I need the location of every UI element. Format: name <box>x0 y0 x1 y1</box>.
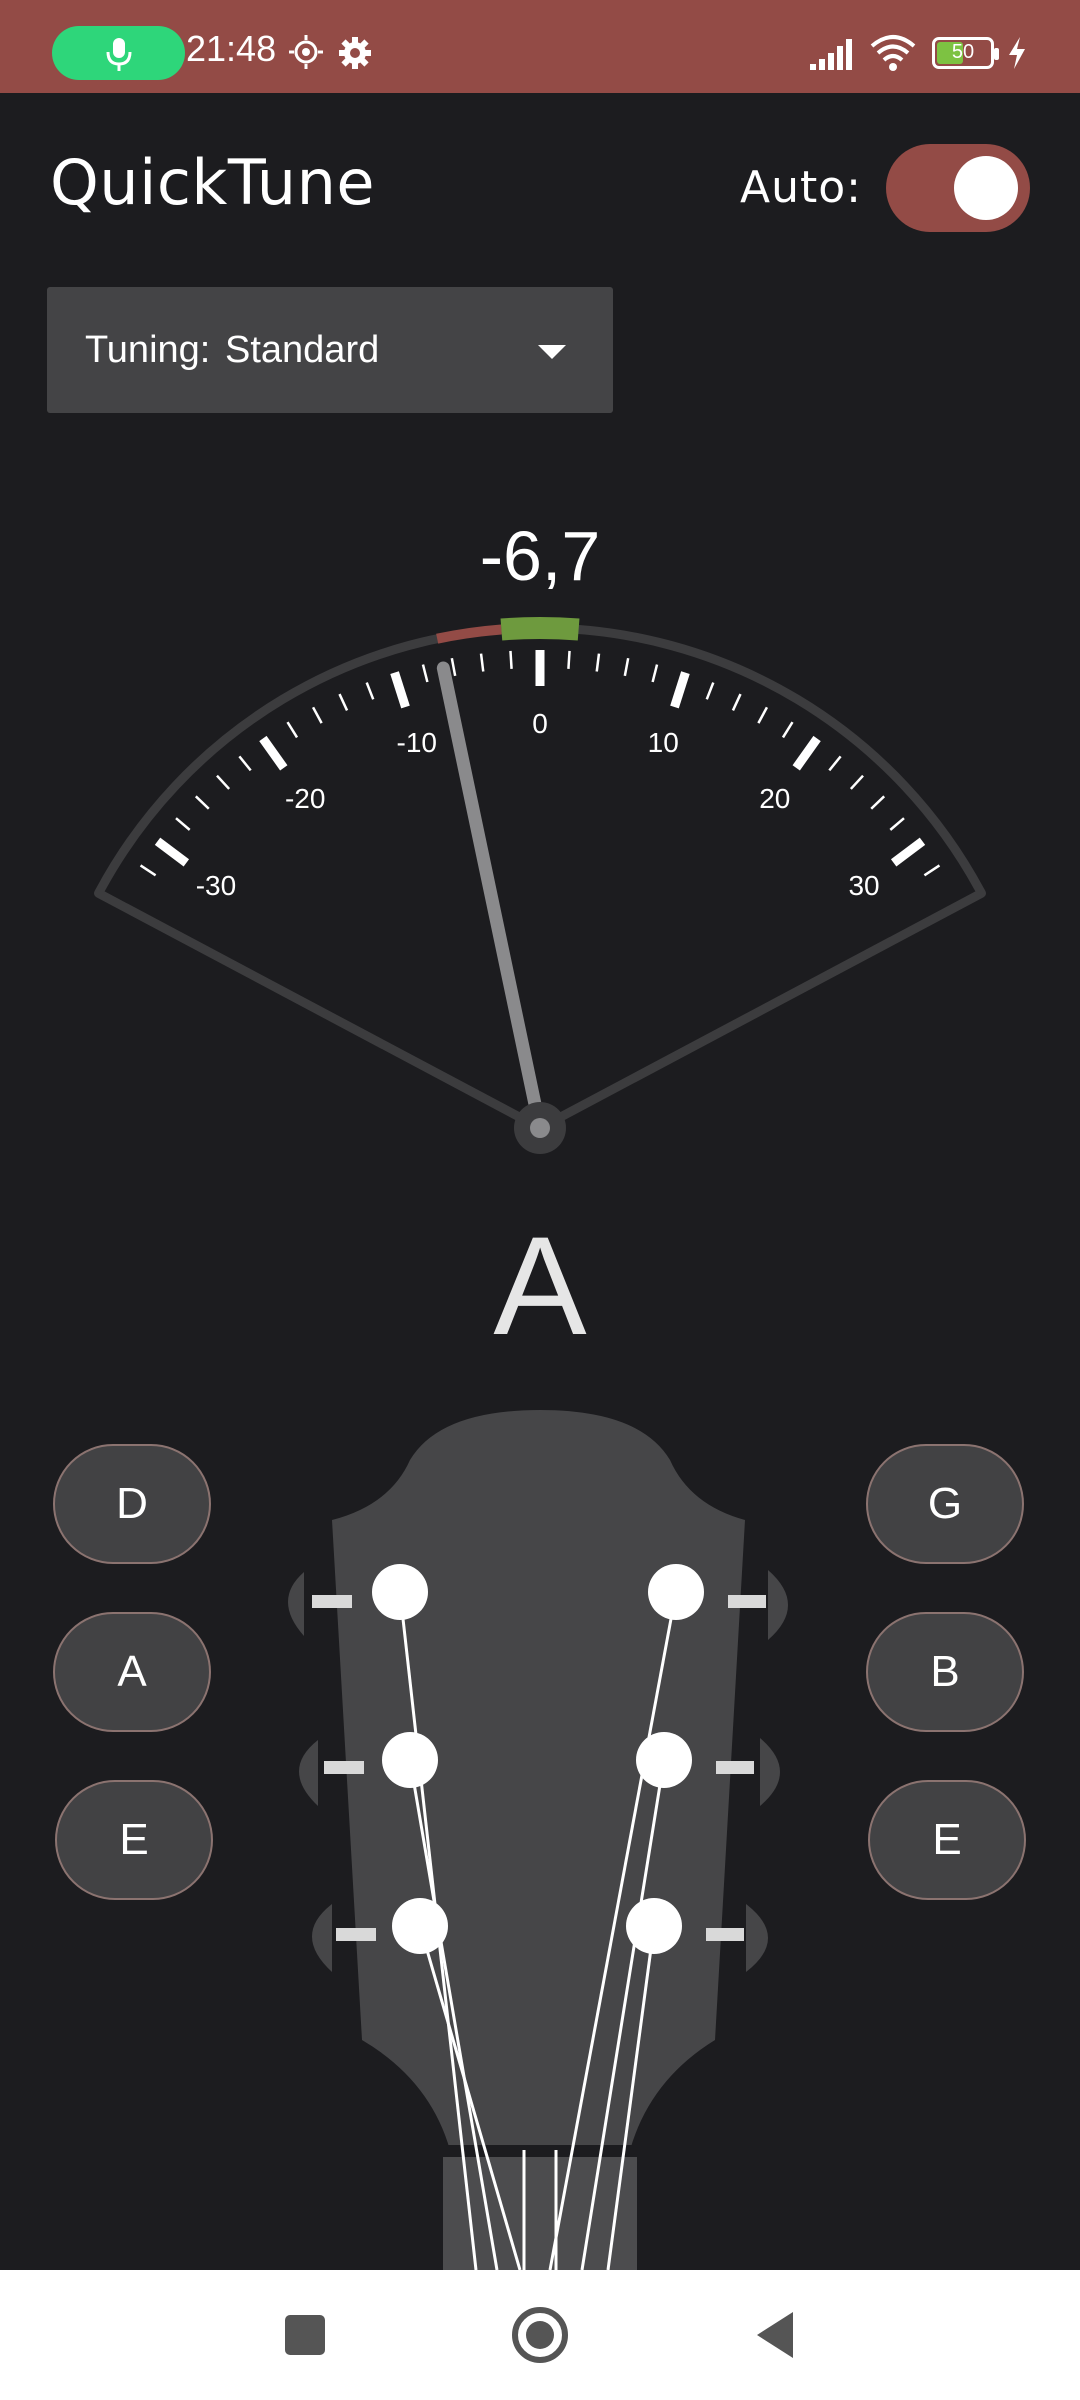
gauge-tick-label: 10 <box>648 727 679 758</box>
major-tick <box>154 837 190 867</box>
brightness-icon <box>289 35 323 69</box>
string-button-low-e[interactable]: E <box>55 1780 213 1900</box>
tuning-peg <box>372 1564 428 1620</box>
major-tick <box>792 735 821 771</box>
back-triangle-icon[interactable] <box>735 2270 815 2400</box>
minor-tick <box>651 664 659 683</box>
minor-tick <box>849 774 864 790</box>
string-button-a[interactable]: A <box>53 1612 211 1732</box>
minor-tick <box>238 755 252 772</box>
recents-square-icon[interactable] <box>265 2270 345 2400</box>
string-button-g[interactable]: G <box>866 1444 1024 1564</box>
charging-icon <box>1009 37 1025 69</box>
wifi-icon <box>870 35 916 71</box>
tuning-peg <box>636 1732 692 1788</box>
battery-icon: 50 <box>932 37 999 69</box>
toggle-knob <box>954 156 1018 220</box>
minor-tick <box>311 706 323 724</box>
minor-tick <box>567 650 571 669</box>
minor-tick <box>194 795 210 810</box>
tuning-peg <box>648 1564 704 1620</box>
needle-hub-center <box>530 1118 550 1138</box>
tuning-peg <box>382 1732 438 1788</box>
minor-tick <box>705 682 715 700</box>
gauge-tick-label: -20 <box>285 783 325 814</box>
in-tune-zone <box>500 617 580 641</box>
minor-tick <box>286 721 299 739</box>
gauge-tick-label: -30 <box>196 870 236 901</box>
tuning-gauge: -30 -20 -10 0 10 20 30 <box>94 617 986 1154</box>
minor-tick <box>757 706 769 724</box>
gauge-tick-label: -10 <box>397 727 437 758</box>
status-time: 21:48 <box>186 28 277 69</box>
tuning-dropdown[interactable]: Tuning: Standard <box>47 287 613 413</box>
minor-tick <box>595 653 601 672</box>
tuning-value: Standard <box>225 329 380 371</box>
settings-icon <box>339 37 371 69</box>
auto-label: Auto: <box>740 162 862 213</box>
mic-icon <box>106 38 132 71</box>
gauge-needle <box>436 661 547 1135</box>
home-circle-icon[interactable] <box>500 2270 580 2400</box>
detected-note: A <box>493 1207 587 1364</box>
string-button-b[interactable]: B <box>866 1612 1024 1732</box>
caret-down-icon <box>538 345 566 359</box>
major-tick <box>890 837 926 867</box>
minor-tick <box>421 664 429 683</box>
string-button-d[interactable]: D <box>53 1444 211 1564</box>
minor-tick <box>623 657 630 677</box>
status-bar: 21:48 50 <box>0 0 1080 93</box>
minor-tick <box>479 653 485 672</box>
minor-tick <box>889 817 905 831</box>
minor-tick <box>923 864 941 877</box>
minor-tick <box>509 650 513 669</box>
major-tick <box>390 671 410 709</box>
minor-tick <box>139 864 157 877</box>
deviation-arc <box>436 624 502 644</box>
tuning-peg <box>626 1898 682 1954</box>
minor-tick <box>175 817 191 831</box>
gauge-tick-label: 20 <box>759 783 790 814</box>
minor-tick <box>828 755 842 772</box>
navigation-bar <box>0 2270 1080 2400</box>
minor-tick <box>338 693 349 711</box>
minor-tick <box>450 657 457 677</box>
gauge-tick-label: 30 <box>848 870 879 901</box>
minor-tick <box>870 795 886 810</box>
auto-toggle[interactable] <box>886 144 1030 232</box>
tuning-label: Tuning: <box>85 329 211 371</box>
tuning-peg <box>392 1898 448 1954</box>
string-button-high-e[interactable]: E <box>868 1780 1026 1900</box>
signal-icon <box>810 39 852 70</box>
minor-tick <box>365 682 375 700</box>
major-tick <box>670 671 690 709</box>
app-title: QuickTune <box>50 146 376 219</box>
minor-tick <box>781 721 794 739</box>
battery-level: 50 <box>951 41 975 63</box>
major-tick <box>259 735 288 771</box>
gauge-tick-label: 0 <box>532 708 548 739</box>
minor-tick <box>216 774 231 790</box>
minor-tick <box>731 693 742 711</box>
mic-indicator[interactable] <box>52 26 185 80</box>
